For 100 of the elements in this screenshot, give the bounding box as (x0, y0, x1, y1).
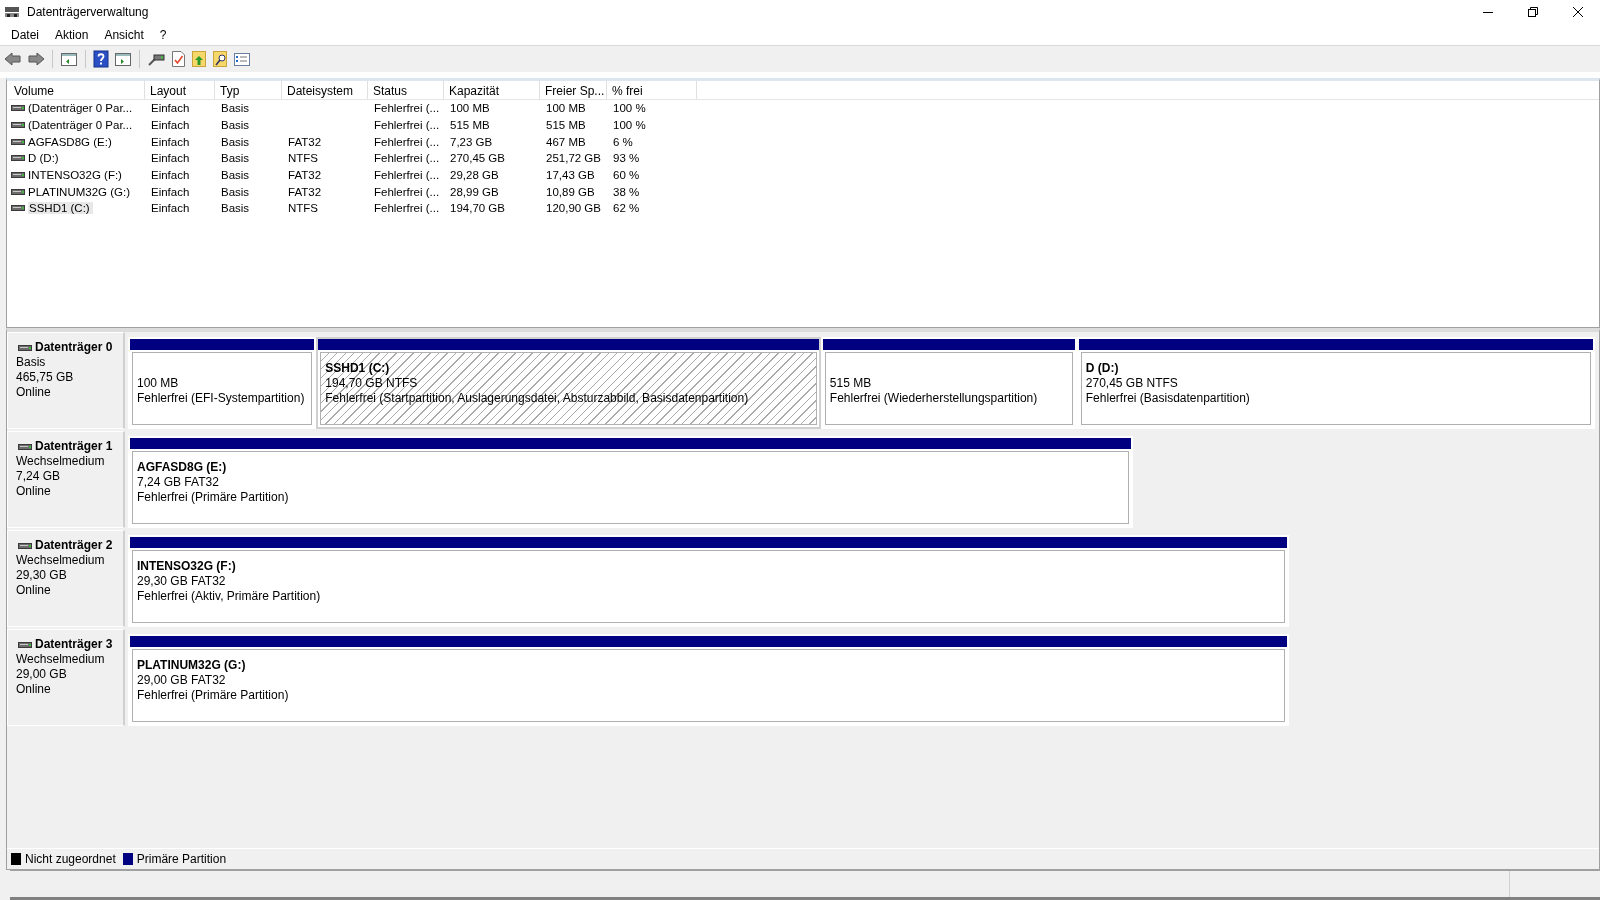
table-cell: 29,28 GB (450, 169, 499, 182)
column-header[interactable]: % frei (607, 81, 697, 99)
help-icon[interactable] (93, 50, 109, 68)
partition-name: D (D:) (1085, 361, 1119, 375)
table-cell: Einfach (151, 169, 190, 182)
disk-type: Wechselmedium (16, 553, 106, 568)
table-cell: Basis (221, 119, 250, 132)
partition-block[interactable]: SSHD1 (C:) 194,70 GB NTFS Fehlerfrei (Startpartition, Auslagerungsdatei, Absturzabbild, Basisdatenpartition) (316, 337, 821, 429)
table-cell: 194,70 GB (450, 202, 505, 215)
column-header[interactable]: Dateisystem (282, 81, 368, 99)
disk-name: Datenträger 2 (35, 538, 113, 553)
table-cell: FAT32 (288, 135, 322, 148)
drive-icon (18, 640, 32, 649)
partition-size: 29,30 GB FAT32 (137, 574, 227, 589)
table-cell: Einfach (151, 119, 190, 132)
partition-status: Fehlerfrei (Wiederherstellungspartition) (829, 391, 1039, 406)
table-cell: 38 % (613, 185, 640, 198)
table-cell: Basis (221, 169, 250, 182)
volume-name[interactable]: SSHD1 (C:) (28, 202, 93, 215)
partition-name: INTENSO32G (F:) (137, 559, 236, 573)
disk-label-panel[interactable]: Datenträger 0 Basis 465,75 GB Online (7, 332, 125, 429)
partition-block[interactable]: 515 MB Fehlerfrei (Wiederherstellungspartition) (820, 337, 1077, 429)
table-cell: 93 % (613, 152, 640, 165)
panel-toggle-icon[interactable] (60, 51, 78, 67)
table-cell: Fehlerfrei (... (374, 202, 440, 215)
table-cell: Basis (221, 135, 250, 148)
disk-type: Wechselmedium (16, 454, 106, 469)
disk-size: 7,24 GB (16, 469, 62, 484)
folder-search-icon[interactable] (212, 50, 228, 68)
column-header[interactable]: Kapazität (444, 81, 540, 99)
volume-name[interactable]: PLATINUM32G (G:) (28, 185, 131, 198)
table-cell: 7,23 GB (450, 135, 493, 148)
partition-name: PLATINUM32G (G:) (137, 658, 246, 672)
partition-size: 515 MB (829, 376, 873, 391)
disk-type: Wechselmedium (16, 652, 106, 667)
partition-status: Fehlerfrei (Aktiv, Primäre Partition) (137, 589, 322, 604)
properties-list-icon[interactable] (233, 51, 251, 67)
partition-size: 7,24 GB FAT32 (137, 475, 220, 490)
menu-item[interactable]: Aktion (47, 25, 97, 44)
volume-name[interactable]: (Datenträger 0 Par... (28, 119, 133, 132)
panel-toggle-icon[interactable] (114, 51, 132, 67)
drive-icon (11, 137, 25, 146)
menu-item[interactable]: ? (151, 25, 175, 44)
disk-label-panel[interactable]: Datenträger 2 Wechselmedium 29,30 GB Online (7, 530, 125, 627)
menu-item[interactable]: Datei (3, 25, 47, 44)
disk-label-panel[interactable]: Datenträger 3 Wechselmedium 29,00 GB Online (7, 629, 125, 726)
table-cell: 100 MB (546, 102, 586, 115)
legend-label: Primäre Partition (136, 852, 227, 866)
table-cell: Fehlerfrei (... (374, 102, 440, 115)
drive-icon (18, 541, 32, 550)
table-cell: 515 MB (546, 119, 586, 132)
partition-status: Fehlerfrei (EFI-Systempartition) (137, 391, 306, 406)
volume-name[interactable]: (Datenträger 0 Par... (28, 102, 133, 115)
disk-label-panel[interactable]: Datenträger 1 Wechselmedium 7,24 GB Online (7, 431, 125, 528)
partition-size: 29,00 GB FAT32 (137, 673, 227, 688)
menu-item[interactable]: Ansicht (96, 25, 152, 44)
table-cell: 467 MB (546, 135, 586, 148)
partition-block[interactable]: 100 MB Fehlerfrei (EFI-Systempartition) (128, 337, 317, 429)
table-cell: Basis (221, 152, 250, 165)
table-cell: Basis (221, 185, 250, 198)
partition-block[interactable]: D (D:) 270,45 GB NTFS Fehlerfrei (Basisdatenpartition) (1076, 337, 1595, 429)
drive-icon (11, 187, 25, 196)
partition-status: Fehlerfrei (Primäre Partition) (137, 490, 290, 505)
disk-name: Datenträger 0 (35, 340, 113, 355)
volume-name[interactable]: D (D:) (28, 152, 59, 165)
column-header[interactable]: Volume (9, 81, 145, 99)
drive-icon (11, 121, 25, 130)
volume-name[interactable]: INTENSO32G (F:) (28, 169, 122, 182)
table-cell: 10,89 GB (546, 185, 595, 198)
table-cell: 515 MB (450, 119, 490, 132)
folder-up-icon[interactable] (191, 50, 207, 68)
table-cell: 28,99 GB (450, 185, 499, 198)
table-cell: Basis (221, 102, 250, 115)
table-cell: NTFS (288, 202, 319, 215)
partition-size: 270,45 GB NTFS (1085, 376, 1179, 391)
table-cell: Einfach (151, 135, 190, 148)
disk-name: Datenträger 3 (35, 637, 113, 652)
restore-icon (1527, 7, 1538, 17)
volume-name[interactable]: AGFASD8G (E:) (28, 135, 112, 148)
partition-block[interactable]: INTENSO32G (F:) 29,30 GB FAT32 Fehlerfrei (Aktiv, Primäre Partition) (128, 535, 1289, 627)
partition-name: AGFASD8G (E:) (137, 460, 227, 474)
column-header[interactable]: Status (368, 81, 444, 99)
app-icon (4, 4, 20, 20)
disk-type: Basis (16, 355, 47, 370)
forward-arrow-icon[interactable] (27, 51, 45, 67)
drive-icon (11, 104, 25, 113)
partition-status: Fehlerfrei (Basisdatenpartition) (1085, 391, 1251, 406)
back-arrow-icon[interactable] (4, 51, 22, 67)
drive-connect-icon[interactable] (147, 51, 165, 67)
table-cell: 100 MB (450, 102, 490, 115)
column-header[interactable]: Typ (215, 81, 282, 99)
partition-block[interactable]: AGFASD8G (E:) 7,24 GB FAT32 Fehlerfrei (Primäre Partition) (128, 436, 1133, 528)
table-cell: 60 % (613, 169, 640, 182)
partition-name: SSHD1 (C:) (325, 361, 390, 375)
column-header[interactable]: Freier Sp... (540, 81, 607, 99)
partition-block[interactable]: PLATINUM32G (G:) 29,00 GB FAT32 Fehlerfrei (Primäre Partition) (128, 634, 1289, 726)
table-cell: Einfach (151, 202, 190, 215)
column-header[interactable]: Layout (145, 81, 215, 99)
table-cell: Einfach (151, 185, 190, 198)
checklist-icon[interactable] (170, 50, 186, 68)
